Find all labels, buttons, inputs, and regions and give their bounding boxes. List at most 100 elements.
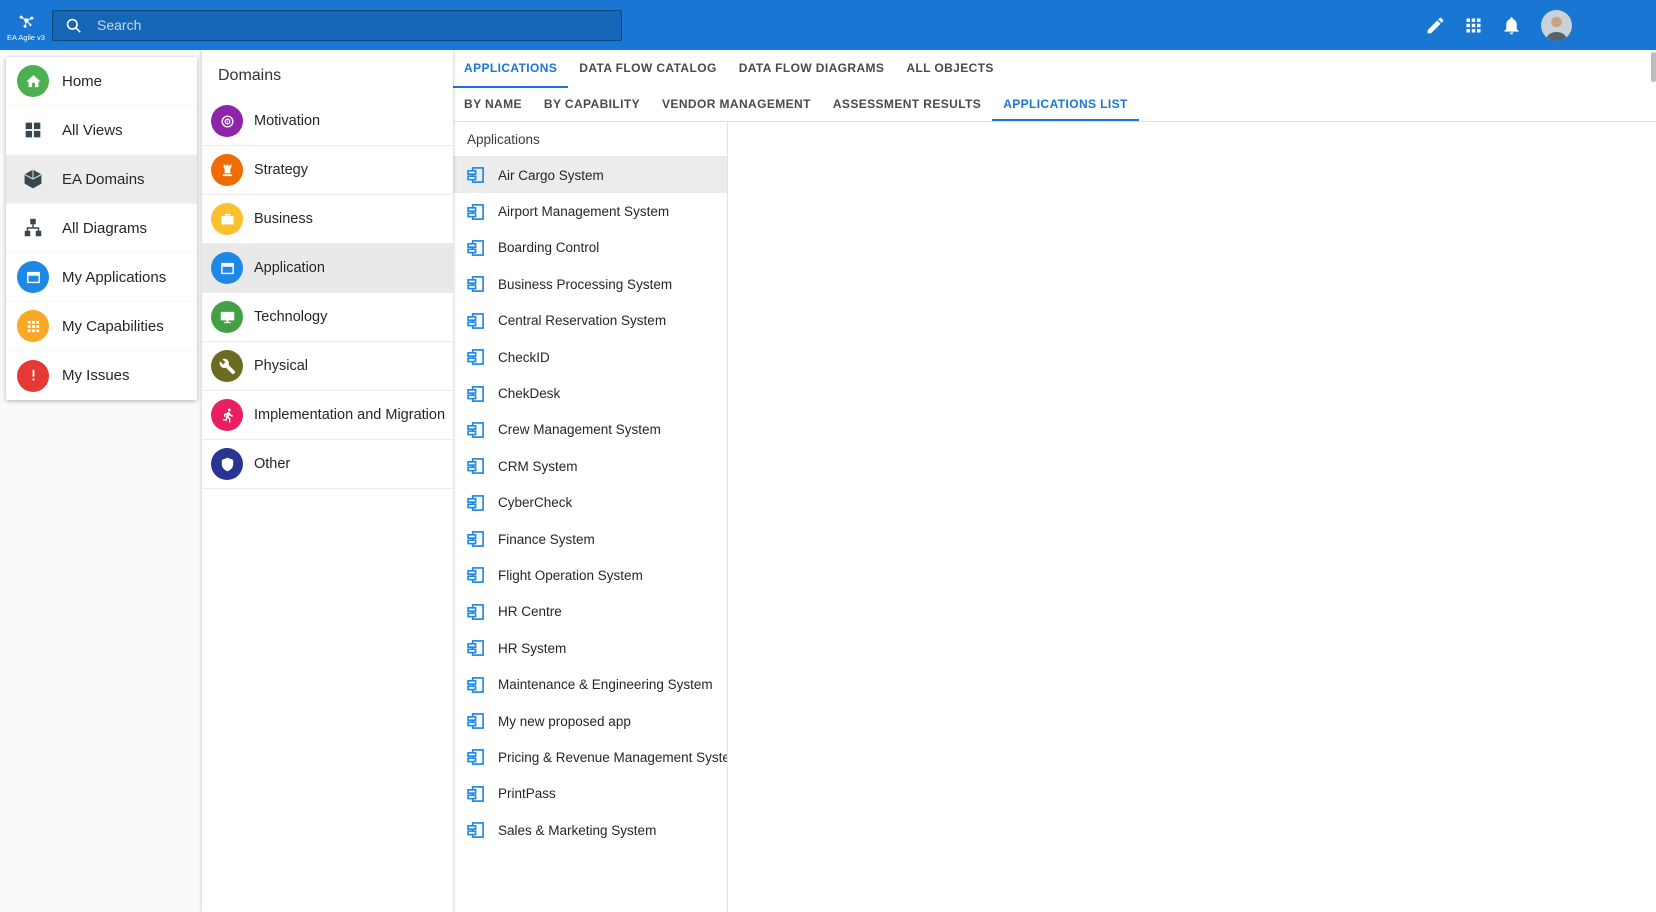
sidebar-item-all-views[interactable]: All Views <box>6 106 197 155</box>
domain-item-business[interactable]: Business <box>202 195 453 244</box>
domain-item-technology[interactable]: Technology <box>202 293 453 342</box>
application-component-icon <box>466 565 486 585</box>
sidebar-item-label: My Applications <box>62 269 166 286</box>
domain-item-application[interactable]: Application <box>202 244 453 293</box>
sidebar-item-all-diagrams[interactable]: All Diagrams <box>6 204 197 253</box>
app-body: Home All Views EA Domains All Diagrams <box>0 50 1656 912</box>
app-row-crew-management-system[interactable]: Crew Management System <box>453 412 727 448</box>
domain-item-other[interactable]: Other <box>202 440 453 489</box>
app-row-crm-system[interactable]: CRM System <box>453 448 727 484</box>
app-row-label: Business Processing System <box>498 277 672 292</box>
tab-label: APPLICATIONS <box>464 61 557 75</box>
tab-label: DATA FLOW CATALOG <box>579 61 716 75</box>
search-input[interactable] <box>95 11 621 40</box>
app-row-label: Maintenance & Engineering System <box>498 677 713 692</box>
app-row-airport-management-system[interactable]: Airport Management System <box>453 193 727 229</box>
tab-label: ALL OBJECTS <box>906 61 994 75</box>
logo-molecule-icon <box>15 9 38 32</box>
app-row-label: Sales & Marketing System <box>498 823 656 838</box>
domains-panel: Domains Motivation Strategy Business <box>202 50 453 912</box>
app-row-air-cargo-system[interactable]: Air Cargo System <box>453 157 727 193</box>
app-row-pricing-and-revenue-management-system[interactable]: Pricing & Revenue Management System <box>453 739 727 775</box>
app-row-central-reservation-system[interactable]: Central Reservation System <box>453 303 727 339</box>
tab-data-flow-catalog[interactable]: DATA FLOW CATALOG <box>568 50 727 88</box>
subtab-by-name[interactable]: BY NAME <box>453 88 533 121</box>
tab-label: DATA FLOW DIAGRAMS <box>739 61 885 75</box>
application-component-icon <box>466 274 486 294</box>
app-row-boarding-control[interactable]: Boarding Control <box>453 230 727 266</box>
domain-item-implementation-and-migration[interactable]: Implementation and Migration <box>202 391 453 440</box>
app-row-checkid[interactable]: CheckID <box>453 339 727 375</box>
application-component-icon <box>466 456 486 476</box>
domain-item-motivation[interactable]: Motivation <box>202 97 453 146</box>
app-row-flight-operation-system[interactable]: Flight Operation System <box>453 557 727 593</box>
runner-icon <box>211 399 243 431</box>
domain-item-label: Motivation <box>254 113 320 129</box>
tab-all-objects[interactable]: ALL OBJECTS <box>895 50 1005 88</box>
domain-item-label: Business <box>254 211 313 227</box>
application-component-icon <box>466 347 486 367</box>
app-row-label: Pricing & Revenue Management System <box>498 750 727 765</box>
app-row-hr-system[interactable]: HR System <box>453 630 727 666</box>
app-row-label: My new proposed app <box>498 714 631 729</box>
app-row-business-processing-system[interactable]: Business Processing System <box>453 266 727 302</box>
home-icon <box>17 65 49 97</box>
sidebar-item-label: All Diagrams <box>62 220 147 237</box>
app-row-my-new-proposed-app[interactable]: My new proposed app <box>453 703 727 739</box>
app-row-label: ChekDesk <box>498 386 560 401</box>
main-content: APPLICATIONS DATA FLOW CATALOG DATA FLOW… <box>453 50 1656 912</box>
shield-icon <box>211 448 243 480</box>
edit-icon[interactable] <box>1425 15 1446 36</box>
sitemap-icon <box>17 212 49 244</box>
app-logo[interactable]: EA Agile v3 <box>0 0 52 50</box>
sidebar-item-home[interactable]: Home <box>6 57 197 106</box>
app-row-chekdesk[interactable]: ChekDesk <box>453 375 727 411</box>
domain-item-physical[interactable]: Physical <box>202 342 453 391</box>
subtab-assessment-results[interactable]: ASSESSMENT RESULTS <box>822 88 992 121</box>
application-component-icon <box>466 638 486 658</box>
avatar[interactable] <box>1541 10 1572 41</box>
apps-grid-icon[interactable] <box>1463 15 1484 36</box>
applications-panel-title: Applications <box>453 122 727 157</box>
subtab-by-capability[interactable]: BY CAPABILITY <box>533 88 651 121</box>
app-row-cybercheck[interactable]: CyberCheck <box>453 485 727 521</box>
search-bar <box>52 10 622 41</box>
application-component-icon <box>466 420 486 440</box>
application-component-icon <box>466 384 486 404</box>
sidebar-item-my-capabilities[interactable]: My Capabilities <box>6 302 197 351</box>
content-empty-area <box>728 122 1656 912</box>
sidebar-item-label: EA Domains <box>62 171 145 188</box>
left-column: Home All Views EA Domains All Diagrams <box>0 50 202 912</box>
app-row-maintenance-and-engineering-system[interactable]: Maintenance & Engineering System <box>453 666 727 702</box>
domain-item-label: Other <box>254 456 290 472</box>
app-row-hr-centre[interactable]: HR Centre <box>453 594 727 630</box>
sidebar-item-my-issues[interactable]: My Issues <box>6 351 197 400</box>
monitor-icon <box>211 301 243 333</box>
app-row-printpass[interactable]: PrintPass <box>453 776 727 812</box>
scrollbar-thumb[interactable] <box>1651 52 1656 82</box>
search-icon[interactable] <box>64 16 83 35</box>
app-row-finance-system[interactable]: Finance System <box>453 521 727 557</box>
app-window-icon <box>17 261 49 293</box>
briefcase-icon <box>211 203 243 235</box>
app-row-label: Finance System <box>498 532 595 547</box>
app-row-label: Airport Management System <box>498 204 669 219</box>
application-component-icon <box>466 529 486 549</box>
sidebar-item-my-applications[interactable]: My Applications <box>6 253 197 302</box>
target-icon <box>211 105 243 137</box>
topbar: EA Agile v3 <box>0 0 1656 50</box>
notifications-icon[interactable] <box>1501 15 1522 36</box>
sidebar-item-label: Home <box>62 73 102 90</box>
app-row-label: Boarding Control <box>498 240 599 255</box>
tab-applications[interactable]: APPLICATIONS <box>453 50 568 88</box>
app-row-label: PrintPass <box>498 786 556 801</box>
grid-icon <box>17 114 49 146</box>
application-component-icon <box>466 238 486 258</box>
tab-data-flow-diagrams[interactable]: DATA FLOW DIAGRAMS <box>728 50 896 88</box>
subtab-applications-list[interactable]: APPLICATIONS LIST <box>992 88 1139 121</box>
subtab-vendor-management[interactable]: VENDOR MANAGEMENT <box>651 88 822 121</box>
application-component-icon <box>466 784 486 804</box>
domain-item-strategy[interactable]: Strategy <box>202 146 453 195</box>
sidebar-item-ea-domains[interactable]: EA Domains <box>6 155 197 204</box>
app-row-sales-and-marketing-system[interactable]: Sales & Marketing System <box>453 812 727 848</box>
